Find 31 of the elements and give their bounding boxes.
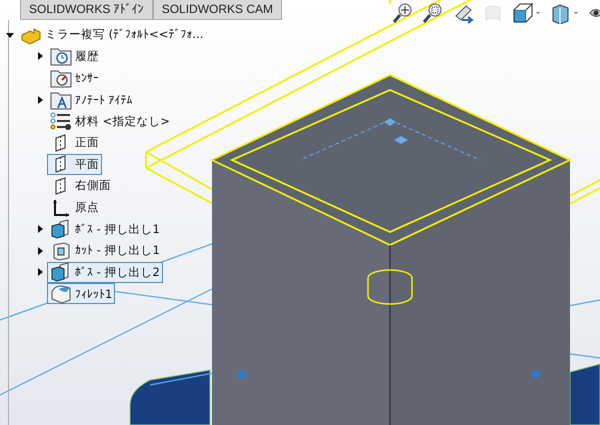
tree-item[interactable]: 履歴 xyxy=(47,46,102,67)
tab[interactable]: SOLIDWORKS CAM xyxy=(152,0,282,20)
tree-item[interactable]: 平面 xyxy=(47,154,102,175)
material-icon xyxy=(50,111,72,132)
tree-item[interactable]: ｶｯﾄ - 押し出し1 xyxy=(47,240,163,262)
collapsed-arrow-icon[interactable] xyxy=(35,267,45,278)
tree-item[interactable]: 材料 <指定なし> xyxy=(47,110,173,132)
shaded-cube-icon[interactable] xyxy=(550,2,580,24)
annotation-folder-icon xyxy=(50,90,72,110)
sensor-folder-icon xyxy=(50,68,72,88)
zoom-fit-icon[interactable] xyxy=(392,2,414,24)
zoom-area-icon[interactable] xyxy=(422,2,444,24)
tree-item[interactable]: ﾎﾞｽ - 押し出し2 xyxy=(47,262,163,283)
history-folder-icon xyxy=(50,46,72,66)
collapsed-arrow-icon[interactable] xyxy=(35,224,45,234)
tree-item[interactable]: ﾌｨﾚｯﾄ1 xyxy=(47,283,116,304)
tab[interactable]: SOLIDWORKS ｱﾄﾞｲﾝ xyxy=(20,0,153,20)
cube-icon[interactable] xyxy=(512,2,542,24)
tree-item[interactable]: ミラー複写 (ﾃﾞﾌｫﾙﾄ<<ﾃﾞﾌｫ... xyxy=(17,24,206,46)
tree-item[interactable]: ｾﾝｻｰ xyxy=(47,67,102,88)
tree-item[interactable]: ﾎﾞｽ - 押し出し1 xyxy=(47,218,163,240)
tree-item[interactable]: ｱﾉﾃｰﾄ ｱｲﾃﾑ xyxy=(47,89,136,110)
tree-item[interactable]: 原点 xyxy=(47,197,102,218)
tree-item[interactable]: 正面 xyxy=(47,132,102,154)
tree-item[interactable]: 右側面 xyxy=(47,175,114,196)
collapsed-arrow-icon[interactable] xyxy=(35,94,45,105)
origin-icon xyxy=(50,198,72,218)
collapsed-arrow-icon[interactable] xyxy=(35,51,45,62)
fillet-icon xyxy=(50,284,72,304)
sketch-point-icon xyxy=(384,118,408,144)
collapsed-arrow-icon[interactable] xyxy=(35,246,45,256)
